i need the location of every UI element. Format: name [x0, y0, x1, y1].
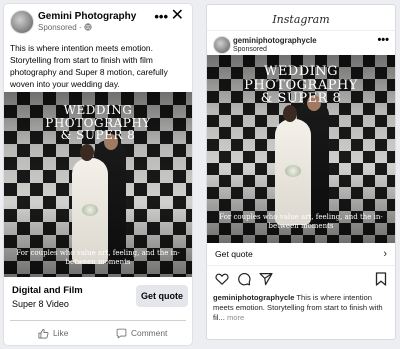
- globe-icon: [84, 23, 92, 31]
- more-options-icon[interactable]: •••: [154, 10, 168, 24]
- post-caption: geminiphotographycle This is where inten…: [213, 293, 389, 323]
- share-icon[interactable]: [259, 272, 273, 286]
- caption-username[interactable]: geminiphotographycle: [213, 293, 294, 302]
- ad-image[interactable]: WEDDING PHOTOGRAPHY & SUPER 8 For couple…: [207, 55, 395, 243]
- instagram-ad-preview: Instagram geminiphotographycle Sponsored…: [206, 4, 396, 340]
- chevron-right-icon: ›: [383, 248, 387, 260]
- avatar[interactable]: [10, 10, 34, 34]
- sponsored-label: Sponsored: [233, 46, 267, 53]
- like-button[interactable]: Like: [38, 326, 68, 340]
- username[interactable]: geminiphotographycle: [233, 36, 317, 45]
- action-bar: [213, 272, 389, 288]
- comment-label: Comment: [131, 328, 168, 338]
- ad-tagline: For couples who value art, feeling, and …: [16, 249, 180, 266]
- comment-icon[interactable]: [237, 272, 251, 286]
- divider: [207, 30, 395, 31]
- post-header: Gemini Photography Sponsored · ••• ✕: [10, 8, 186, 36]
- thumbs-up-icon: [38, 328, 49, 338]
- cta-label: Get quote: [215, 249, 253, 259]
- get-quote-button[interactable]: Get quote: [136, 285, 188, 307]
- cta-headline: Digital and Film: [12, 285, 83, 296]
- cta-subline: Super 8 Video: [12, 299, 69, 309]
- close-icon[interactable]: ✕: [171, 8, 184, 24]
- get-quote-button[interactable]: Get quote ›: [207, 243, 395, 266]
- ad-tagline: For couples who value art, feeling, and …: [219, 213, 383, 230]
- post-caption: This is where intention meets emotion. S…: [10, 43, 168, 89]
- ad-headline: WEDDING PHOTOGRAPHY & SUPER 8: [45, 103, 151, 143]
- ad-headline: WEDDING PHOTOGRAPHY & SUPER 8: [244, 64, 358, 107]
- bookmark-icon[interactable]: [375, 272, 387, 286]
- more-link[interactable]: more: [225, 313, 244, 322]
- comment-button[interactable]: Comment: [116, 326, 167, 340]
- more-options-icon[interactable]: •••: [377, 34, 389, 46]
- sponsored-label: Sponsored ·: [38, 23, 92, 32]
- divider: [10, 320, 186, 321]
- couple-photo: [271, 95, 331, 225]
- avatar[interactable]: [213, 36, 231, 54]
- like-label: Like: [53, 328, 69, 338]
- instagram-logo: Instagram: [272, 13, 330, 26]
- comment-icon: [116, 328, 127, 338]
- page-name[interactable]: Gemini Photography: [38, 11, 136, 22]
- facebook-ad-preview: Gemini Photography Sponsored · ••• ✕ Thi…: [4, 4, 192, 345]
- couple-photo: [68, 134, 128, 264]
- ad-image[interactable]: WEDDING PHOTOGRAPHY & SUPER 8 For couple…: [4, 92, 192, 277]
- heart-icon[interactable]: [215, 272, 229, 286]
